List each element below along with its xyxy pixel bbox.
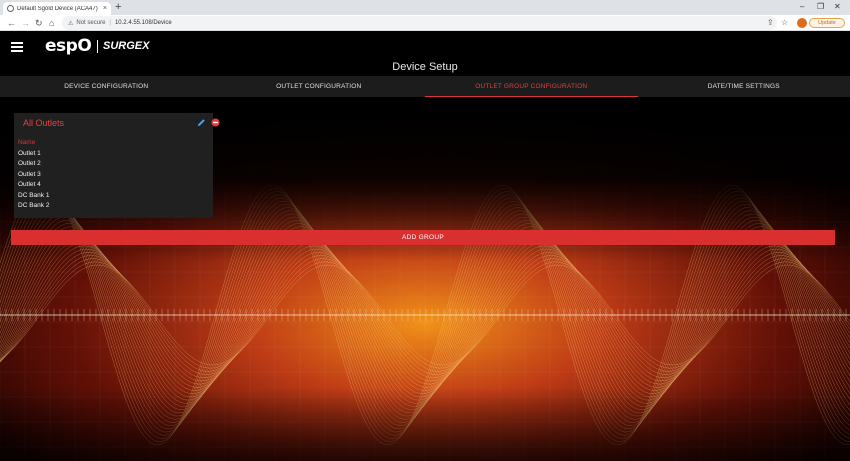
- list-item: Outlet 3: [18, 170, 41, 178]
- tab-outlet-configuration[interactable]: OUTLET CONFIGURATION: [213, 76, 426, 97]
- hamburger-menu-icon[interactable]: [11, 42, 23, 52]
- surgex-logo: SURGEX: [103, 40, 150, 52]
- maximize-button[interactable]: ❐: [817, 1, 824, 13]
- browser-tab[interactable]: Default Sgold Device (ACA47) ×: [3, 2, 111, 15]
- close-window-button[interactable]: ✕: [834, 1, 841, 13]
- tab-date-time-settings[interactable]: DATE/TIME SETTINGS: [638, 76, 850, 97]
- share-icon[interactable]: ⇪: [767, 17, 774, 29]
- group-title: All Outlets: [23, 118, 65, 128]
- avatar[interactable]: [797, 18, 807, 28]
- forward-arrow-icon[interactable]: →: [21, 17, 30, 29]
- add-group-button[interactable]: ADD GROUP: [11, 230, 835, 245]
- group-card-all-outlets: All Outlets Name Outlet 1 Outlet 2 Outle…: [14, 113, 220, 218]
- list-item: Outlet 1: [18, 150, 41, 157]
- logo-divider: [97, 40, 98, 53]
- pencil-icon[interactable]: [197, 118, 206, 127]
- tab-device-configuration[interactable]: DEVICE CONFIGURATION: [0, 76, 213, 97]
- warning-icon: ⚠: [68, 20, 74, 27]
- update-button[interactable]: Update: [809, 18, 845, 28]
- address-separator: |: [109, 20, 111, 26]
- esp-logo: espO: [45, 36, 92, 56]
- back-arrow-icon[interactable]: ←: [7, 17, 16, 29]
- list-item: Outlet 4: [18, 181, 41, 189]
- security-label: Not secure: [76, 20, 106, 26]
- browser-toolbar: ← → ↻ ⌂ ⚠ Not secure | 10.2.4.55.108/Dev…: [0, 15, 850, 31]
- app-header: espO SURGEX Device Setup: [0, 31, 850, 76]
- star-icon[interactable]: ☆: [781, 17, 788, 29]
- close-tab-icon[interactable]: ×: [103, 5, 107, 12]
- delete-icon[interactable]: [211, 118, 220, 127]
- home-icon[interactable]: ⌂: [49, 17, 54, 29]
- config-tabs: DEVICE CONFIGURATION OUTLET CONFIGURATIO…: [0, 76, 850, 97]
- browser-tab-title: Default Sgold Device (ACA47): [17, 5, 98, 12]
- minimize-button[interactable]: –: [800, 1, 804, 13]
- list-item: DC Bank 1: [18, 191, 50, 199]
- list-item: Outlet 2: [18, 160, 41, 168]
- name-column-header: Name: [18, 139, 36, 146]
- outlet-list: Outlet 1 Outlet 2 Outlet 3 Outlet 4 DC B…: [18, 149, 49, 211]
- tab-outlet-group-configuration[interactable]: OUTLET GROUP CONFIGURATION: [425, 76, 638, 97]
- url-text: 10.2.4.55.108/Device: [114, 20, 172, 26]
- globe-icon: [7, 5, 14, 12]
- browser-tab-bar: Default Sgold Device (ACA47) × + – ❐ ✕: [0, 0, 850, 15]
- reload-icon[interactable]: ↻: [35, 17, 43, 29]
- new-tab-button[interactable]: +: [115, 1, 121, 14]
- address-bar[interactable]: ⚠ Not secure | 10.2.4.55.108/Device: [62, 16, 777, 30]
- page-title: Device Setup: [392, 61, 458, 73]
- list-item: DC Bank 2: [18, 202, 50, 210]
